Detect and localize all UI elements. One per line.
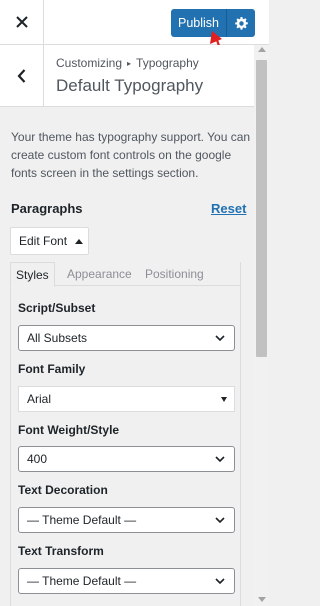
script-subset-select[interactable]: All Subsets (18, 325, 235, 351)
section-title: Default Typography (56, 76, 204, 95)
scroll-up-arrow[interactable] (258, 47, 266, 52)
scroll-down-arrow[interactable] (258, 597, 266, 602)
text-transform-label: Text Transform (18, 544, 104, 558)
chevron-down-icon (215, 335, 225, 342)
text-decoration-label: Text Decoration (18, 483, 108, 497)
font-family-select[interactable]: Arial (18, 386, 235, 412)
reset-link[interactable]: Reset (211, 201, 246, 216)
select-value: 400 (27, 452, 48, 466)
close-customizer-button[interactable] (0, 0, 44, 44)
control-label: Paragraphs (11, 201, 83, 216)
select-value: — Theme Default — (27, 513, 137, 527)
gear-icon (234, 16, 248, 30)
breadcrumb-item: Typography (136, 56, 199, 70)
select-value: — Theme Default — (27, 574, 137, 588)
select-value: All Subsets (27, 331, 88, 345)
chevron-down-icon (215, 517, 225, 524)
section-header: Customizing ▸ Typography Default Typograph… (0, 45, 254, 107)
text-decoration-select[interactable]: — Theme Default — (18, 507, 235, 533)
select-value: Arial (27, 392, 52, 406)
breadcrumb-item: Customizing (56, 56, 123, 70)
tab-positioning[interactable]: Positioning (140, 262, 209, 286)
tab-appearance[interactable]: Appearance (62, 262, 137, 286)
font-family-label: Font Family (18, 362, 86, 376)
edit-font-button[interactable]: Edit Font (10, 227, 89, 255)
font-weight-style-select[interactable]: 400 (18, 446, 235, 472)
close-icon (15, 16, 28, 28)
back-button[interactable] (0, 45, 44, 106)
chevron-down-icon (215, 456, 225, 463)
breadcrumb: Customizing ▸ Typography (56, 56, 199, 70)
text-transform-select[interactable]: — Theme Default — (18, 568, 235, 594)
script-subset-label: Script/Subset (18, 301, 96, 315)
scrollbar-thumb[interactable] (256, 60, 267, 357)
edit-font-label: Edit Font (19, 234, 68, 248)
tab-styles[interactable]: Styles (10, 262, 55, 287)
font-weight-style-label: Font Weight/Style (18, 423, 120, 437)
triangle-up-icon (75, 238, 84, 244)
chevron-down-icon (215, 578, 225, 585)
triangle-down-icon (221, 397, 227, 402)
back-chevron-icon (17, 68, 26, 83)
section-description: Your theme has typography support. You c… (11, 130, 251, 180)
font-tabs: Styles Appearance Positioning (10, 262, 241, 287)
breadcrumb-separator: ▸ (127, 59, 132, 68)
